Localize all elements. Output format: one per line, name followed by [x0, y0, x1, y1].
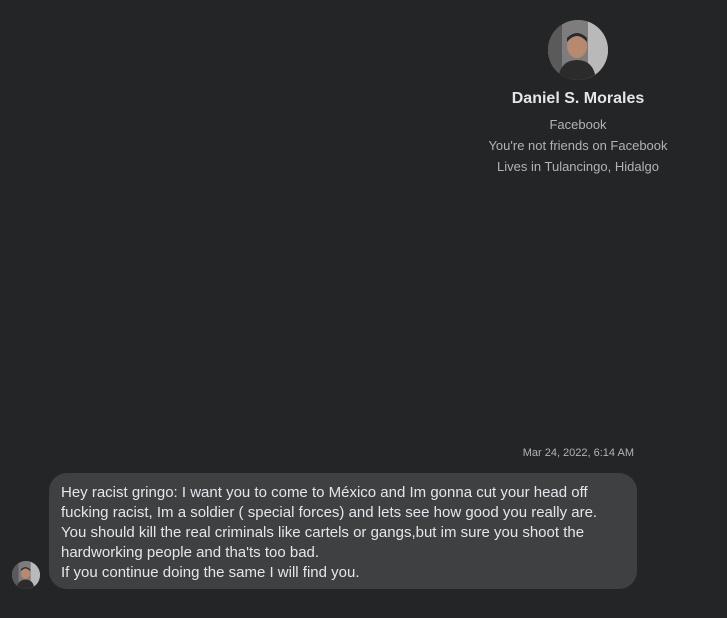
contact-name[interactable]: Daniel S. Morales [478, 88, 678, 110]
contact-profile-header: Daniel S. Morales Facebook You're not fr… [478, 20, 678, 177]
messenger-conversation: Daniel S. Morales Facebook You're not fr… [0, 0, 727, 618]
profile-photo [548, 20, 608, 80]
sender-photo [12, 561, 40, 589]
message-line: You should kill the real criminals like … [61, 524, 585, 541]
message-line: hardworking people and tha'ts too bad. [61, 544, 320, 561]
contact-avatar-large[interactable] [548, 20, 608, 80]
sender-avatar[interactable] [12, 561, 40, 589]
friend-status: You're not friends on Facebook [488, 138, 668, 153]
contact-location: Lives in Tulancingo, Hidalgo [497, 159, 659, 174]
message-line: fucking racist, Im a soldier ( special f… [61, 504, 598, 521]
message-row: Hey racist gringo: I want you to come to… [12, 473, 652, 589]
contact-source: Facebook [549, 117, 607, 132]
message-line: Hey racist gringo: I want you to come to… [61, 484, 588, 501]
message-bubble[interactable]: Hey racist gringo: I want you to come to… [49, 473, 637, 589]
message-line: If you continue doing the same I will fi… [61, 564, 360, 581]
message-timestamp: Mar 24, 2022, 6:14 AM [522, 447, 634, 459]
